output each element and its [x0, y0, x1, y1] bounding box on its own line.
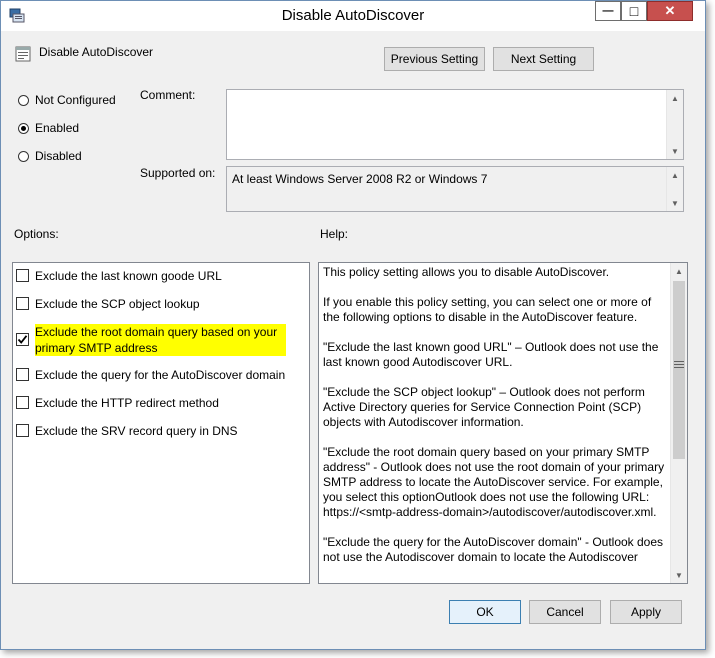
help-paragraph: If you enable this policy setting, you c… — [323, 295, 652, 324]
help-paragraph: This policy setting allows you to disabl… — [323, 265, 610, 279]
comment-scrollbar[interactable]: ▲ ▼ — [666, 90, 683, 159]
checkbox[interactable] — [16, 396, 29, 409]
close-button[interactable]: ✕ — [647, 1, 693, 21]
maximize-button[interactable]: □ — [621, 1, 647, 21]
option-label: Exclude the HTTP redirect method — [35, 396, 219, 410]
radio-circle — [18, 122, 29, 134]
option-exclude-http-redirect[interactable]: Exclude the HTTP redirect method — [16, 395, 219, 411]
option-exclude-autodiscover-domain[interactable]: Exclude the query for the AutoDiscover d… — [16, 367, 285, 383]
supported-on-field: At least Windows Server 2008 R2 or Windo… — [226, 166, 684, 212]
option-label: Exclude the last known goode URL — [35, 269, 222, 283]
scroll-down-icon[interactable]: ▼ — [667, 143, 683, 159]
supported-on-value: At least Windows Server 2008 R2 or Windo… — [232, 172, 488, 186]
option-exclude-last-known-url[interactable]: Exclude the last known goode URL — [16, 268, 222, 284]
policy-dialog: Disable AutoDiscover — □ ✕ Disable AutoD… — [0, 0, 706, 650]
ok-button[interactable]: OK — [449, 600, 521, 624]
radio-enabled[interactable]: Enabled — [18, 121, 79, 135]
option-label: Exclude the SCP object lookup — [35, 297, 200, 311]
option-exclude-scp-lookup[interactable]: Exclude the SCP object lookup — [16, 296, 200, 312]
minimize-icon: — — [602, 5, 614, 17]
close-icon: ✕ — [664, 3, 676, 18]
checkbox-checked[interactable] — [16, 333, 29, 346]
radio-circle — [18, 150, 29, 162]
policy-setting-icon — [15, 46, 31, 62]
radio-not-configured[interactable]: Not Configured — [18, 93, 116, 107]
comment-label: Comment: — [140, 88, 196, 102]
scroll-up-icon[interactable]: ▲ — [671, 263, 687, 279]
radio-selected-dot — [21, 125, 26, 131]
scroll-down-icon[interactable]: ▼ — [667, 195, 683, 211]
minimize-button[interactable]: — — [595, 1, 621, 21]
checkmark-icon — [17, 335, 28, 344]
cancel-button[interactable]: Cancel — [529, 600, 601, 624]
checkbox[interactable] — [16, 297, 29, 310]
maximize-icon: □ — [629, 3, 639, 19]
title-bar[interactable]: Disable AutoDiscover — □ ✕ — [1, 1, 705, 31]
option-exclude-srv-record[interactable]: Exclude the SRV record query in DNS — [16, 423, 238, 439]
next-setting-button[interactable]: Next Setting — [493, 47, 594, 71]
scroll-down-icon[interactable]: ▼ — [671, 567, 687, 583]
apply-button[interactable]: Apply — [610, 600, 682, 624]
radio-circle — [18, 94, 29, 106]
setting-name: Disable AutoDiscover — [39, 45, 154, 59]
checkbox[interactable] — [16, 269, 29, 282]
help-paragraph: "Exclude the last known good URL" – Outl… — [323, 340, 659, 369]
supported-scrollbar[interactable]: ▲ ▼ — [666, 167, 683, 211]
scroll-thumb[interactable] — [673, 281, 685, 459]
supported-on-label: Supported on: — [140, 166, 216, 180]
options-label: Options: — [14, 227, 59, 241]
radio-label: Enabled — [35, 121, 80, 135]
thumb-grip-icon — [674, 361, 684, 370]
option-exclude-root-domain-query[interactable]: Exclude the root domain query based on y… — [16, 324, 286, 356]
radio-label: Disabled — [35, 149, 82, 163]
option-label-highlighted: Exclude the root domain query based on y… — [35, 324, 286, 356]
help-paragraph: "Exclude the query for the AutoDiscover … — [323, 535, 664, 564]
scroll-up-icon[interactable]: ▲ — [667, 167, 683, 183]
previous-setting-button[interactable]: Previous Setting — [384, 47, 485, 71]
help-paragraph: "Exclude the root domain query based on … — [323, 445, 665, 519]
help-panel: This policy setting allows you to disabl… — [318, 262, 688, 584]
help-label: Help: — [320, 227, 349, 241]
help-paragraph: "Exclude the SCP object lookup" – Outloo… — [323, 385, 645, 429]
checkbox[interactable] — [16, 368, 29, 381]
scroll-up-icon[interactable]: ▲ — [667, 90, 683, 106]
radio-disabled[interactable]: Disabled — [18, 149, 82, 163]
help-text: This policy setting allows you to disabl… — [323, 265, 667, 580]
option-label: Exclude the SRV record query in DNS — [35, 424, 238, 438]
checkbox[interactable] — [16, 424, 29, 437]
comment-textarea[interactable]: ▲ ▼ — [226, 89, 684, 160]
options-panel: Exclude the last known goode URL Exclude… — [12, 262, 310, 584]
radio-label: Not Configured — [35, 93, 116, 107]
help-scrollbar[interactable]: ▲ ▼ — [670, 263, 687, 583]
option-label: Exclude the query for the AutoDiscover d… — [35, 368, 286, 382]
